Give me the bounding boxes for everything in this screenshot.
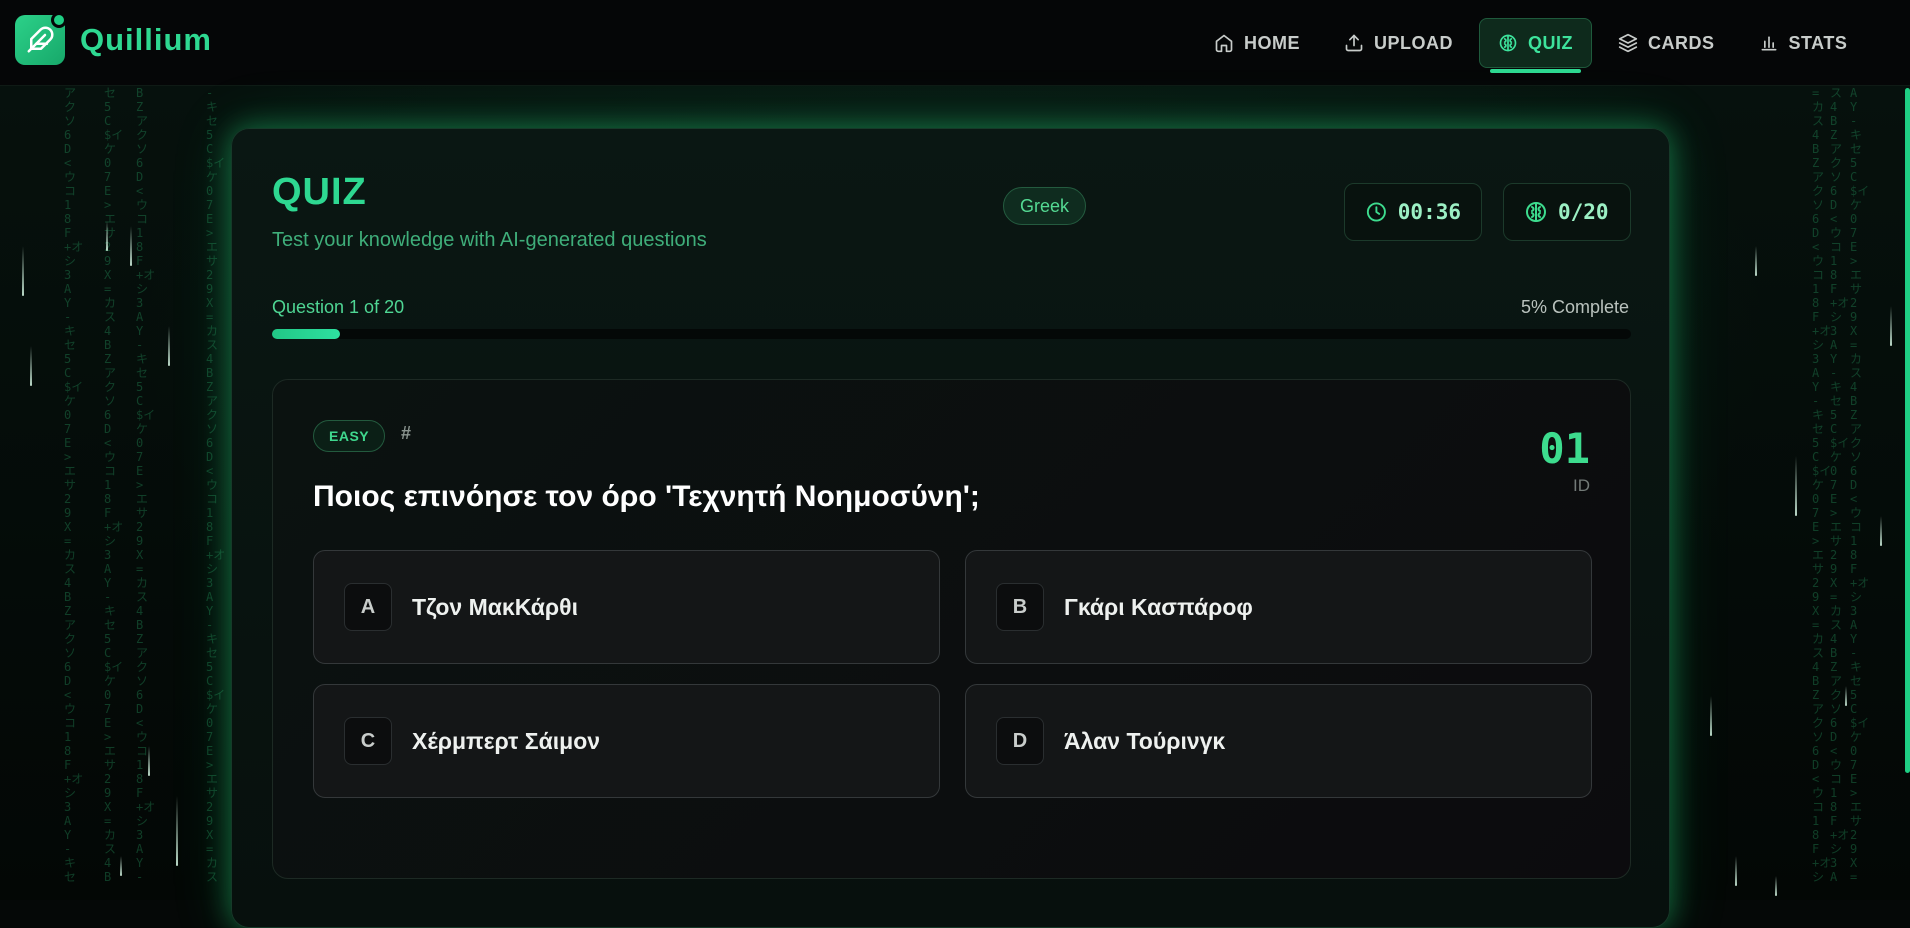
progress-bar bbox=[272, 329, 1631, 339]
option-text: Χέρμπερτ Σάιμον bbox=[412, 727, 601, 754]
glyph-column: =カス4BZアクソ6D<ウコ18F+オシ3AY-キセ5C$イケ07E>エサ29X… bbox=[1812, 86, 1832, 884]
nav-stats-label: STATS bbox=[1788, 32, 1848, 53]
score-display: 0/20 bbox=[1503, 183, 1631, 241]
bar-chart-icon bbox=[1761, 36, 1777, 51]
glyph-column: アクソ6D<ウコ18F+オシ3AY-キセ5C$イケ07E>エサ29X=カス4BZ… bbox=[64, 86, 84, 884]
hash-symbol: # bbox=[401, 423, 412, 443]
rain-drop bbox=[1845, 686, 1847, 706]
page-subtitle: Test your knowledge with AI-generated qu… bbox=[272, 229, 707, 251]
nav-quiz-label: QUIZ bbox=[1528, 32, 1573, 53]
glyph-column: セ5C$イケ07E>エサ29X=カス4BZアクソ6D<ウコ18F+オシ3AY-キ… bbox=[104, 86, 124, 884]
option-text: Γκάρι Κασπάροφ bbox=[1064, 593, 1253, 620]
option-letter: D bbox=[996, 717, 1044, 765]
page-title: QUIZ bbox=[272, 171, 367, 213]
option-text: Τζον ΜακΚάρθι bbox=[412, 593, 578, 620]
brain-icon bbox=[1526, 202, 1546, 222]
difficulty-badge: EASY bbox=[313, 420, 386, 452]
rain-drop bbox=[1755, 246, 1757, 276]
nav-home[interactable]: HOME bbox=[1196, 18, 1318, 68]
question-id-label: ID bbox=[1573, 476, 1590, 495]
glyph-column: BZアクソ6D<ウコ18F+オシ3AY-キセ5C$イケ07E>エサ29X=カス4… bbox=[136, 86, 156, 884]
rain-drop bbox=[106, 221, 108, 251]
main-nav: HOME UPLOAD QUIZ CARDS STATS bbox=[1196, 18, 1866, 73]
option-letter: B bbox=[996, 583, 1044, 631]
glyph-column: ス4BZアクソ6D<ウコ18F+オシ3AY-キセ5C$イケ07E>エサ29X=カ… bbox=[1830, 86, 1850, 884]
option-b[interactable]: B Γκάρι Κασπάροφ bbox=[965, 550, 1592, 664]
rain-drop bbox=[130, 226, 132, 266]
rain-drop bbox=[1890, 306, 1892, 346]
upload-icon bbox=[1345, 34, 1363, 52]
option-d[interactable]: D Άλαν Τούρινγκ bbox=[965, 684, 1592, 798]
scrollbar-thumb[interactable] bbox=[1905, 88, 1910, 773]
glyph-column: -キセ5C$イケ07E>エサ29X=カス4BZアクソ6D<ウコ18F+オシ3AY… bbox=[206, 86, 226, 884]
rain-drop bbox=[30, 346, 32, 386]
glyph-column: AY-キセ5C$イケ07E>エサ29X=カス4BZアクソ6D<ウコ18F+オシ3… bbox=[1850, 86, 1870, 884]
logo-status-dot bbox=[51, 12, 67, 28]
nav-upload-label: UPLOAD bbox=[1374, 32, 1453, 53]
layers-icon bbox=[1618, 33, 1638, 53]
home-icon bbox=[1215, 34, 1233, 53]
language-badge: Greek bbox=[1003, 187, 1087, 225]
answer-options: A Τζον ΜακΚάρθι B Γκάρι Κασπάροφ C Χέρμπ… bbox=[313, 550, 1592, 798]
nav-cards-label: CARDS bbox=[1648, 32, 1715, 53]
timer-value: 00:36 bbox=[1397, 200, 1461, 224]
progress-percent: 5% Complete bbox=[1520, 297, 1629, 317]
option-text: Άλαν Τούρινγκ bbox=[1064, 727, 1226, 754]
question-id: 01 bbox=[1539, 424, 1590, 473]
top-navigation-bar: Quillium HOME UPLOAD QUIZ CARDS STATS bbox=[0, 0, 1910, 86]
quiz-panel: QUIZ Test your knowledge with AI-generat… bbox=[231, 128, 1670, 928]
feather-icon bbox=[27, 26, 54, 53]
clock-icon bbox=[1366, 202, 1386, 222]
score-value: 0/20 bbox=[1558, 200, 1609, 224]
rain-drop bbox=[148, 746, 150, 776]
rain-drop bbox=[1880, 516, 1882, 546]
brain-icon bbox=[1499, 34, 1517, 52]
rain-drop bbox=[120, 856, 122, 876]
question-card: EASY # 01 ID Ποιος επινόησε τον όρο 'Τεχ… bbox=[272, 379, 1631, 879]
nav-quiz[interactable]: QUIZ bbox=[1479, 18, 1592, 73]
nav-home-label: HOME bbox=[1244, 32, 1300, 53]
nav-stats[interactable]: STATS bbox=[1741, 18, 1866, 68]
rain-drop bbox=[1795, 456, 1797, 516]
option-a[interactable]: A Τζον ΜακΚάρθι bbox=[313, 550, 940, 664]
option-c[interactable]: C Χέρμπερτ Σάιμον bbox=[313, 684, 940, 798]
rain-drop bbox=[1710, 696, 1712, 736]
question-text: Ποιος επινόησε τον όρο 'Τεχνητή Νοημοσύν… bbox=[313, 480, 980, 513]
timer-display: 00:36 bbox=[1344, 183, 1482, 241]
rain-drop bbox=[168, 326, 170, 366]
progress-label: Question 1 of 20 bbox=[272, 297, 405, 317]
option-letter: A bbox=[344, 583, 392, 631]
progress-bar-fill bbox=[272, 329, 340, 339]
nav-upload[interactable]: UPLOAD bbox=[1326, 18, 1471, 68]
nav-cards[interactable]: CARDS bbox=[1600, 18, 1733, 68]
rain-drop bbox=[176, 796, 178, 866]
brand-name[interactable]: Quillium bbox=[80, 22, 212, 58]
rain-drop bbox=[1735, 856, 1737, 886]
option-letter: C bbox=[344, 717, 392, 765]
rain-drop bbox=[1775, 876, 1777, 896]
rain-drop bbox=[22, 246, 24, 296]
